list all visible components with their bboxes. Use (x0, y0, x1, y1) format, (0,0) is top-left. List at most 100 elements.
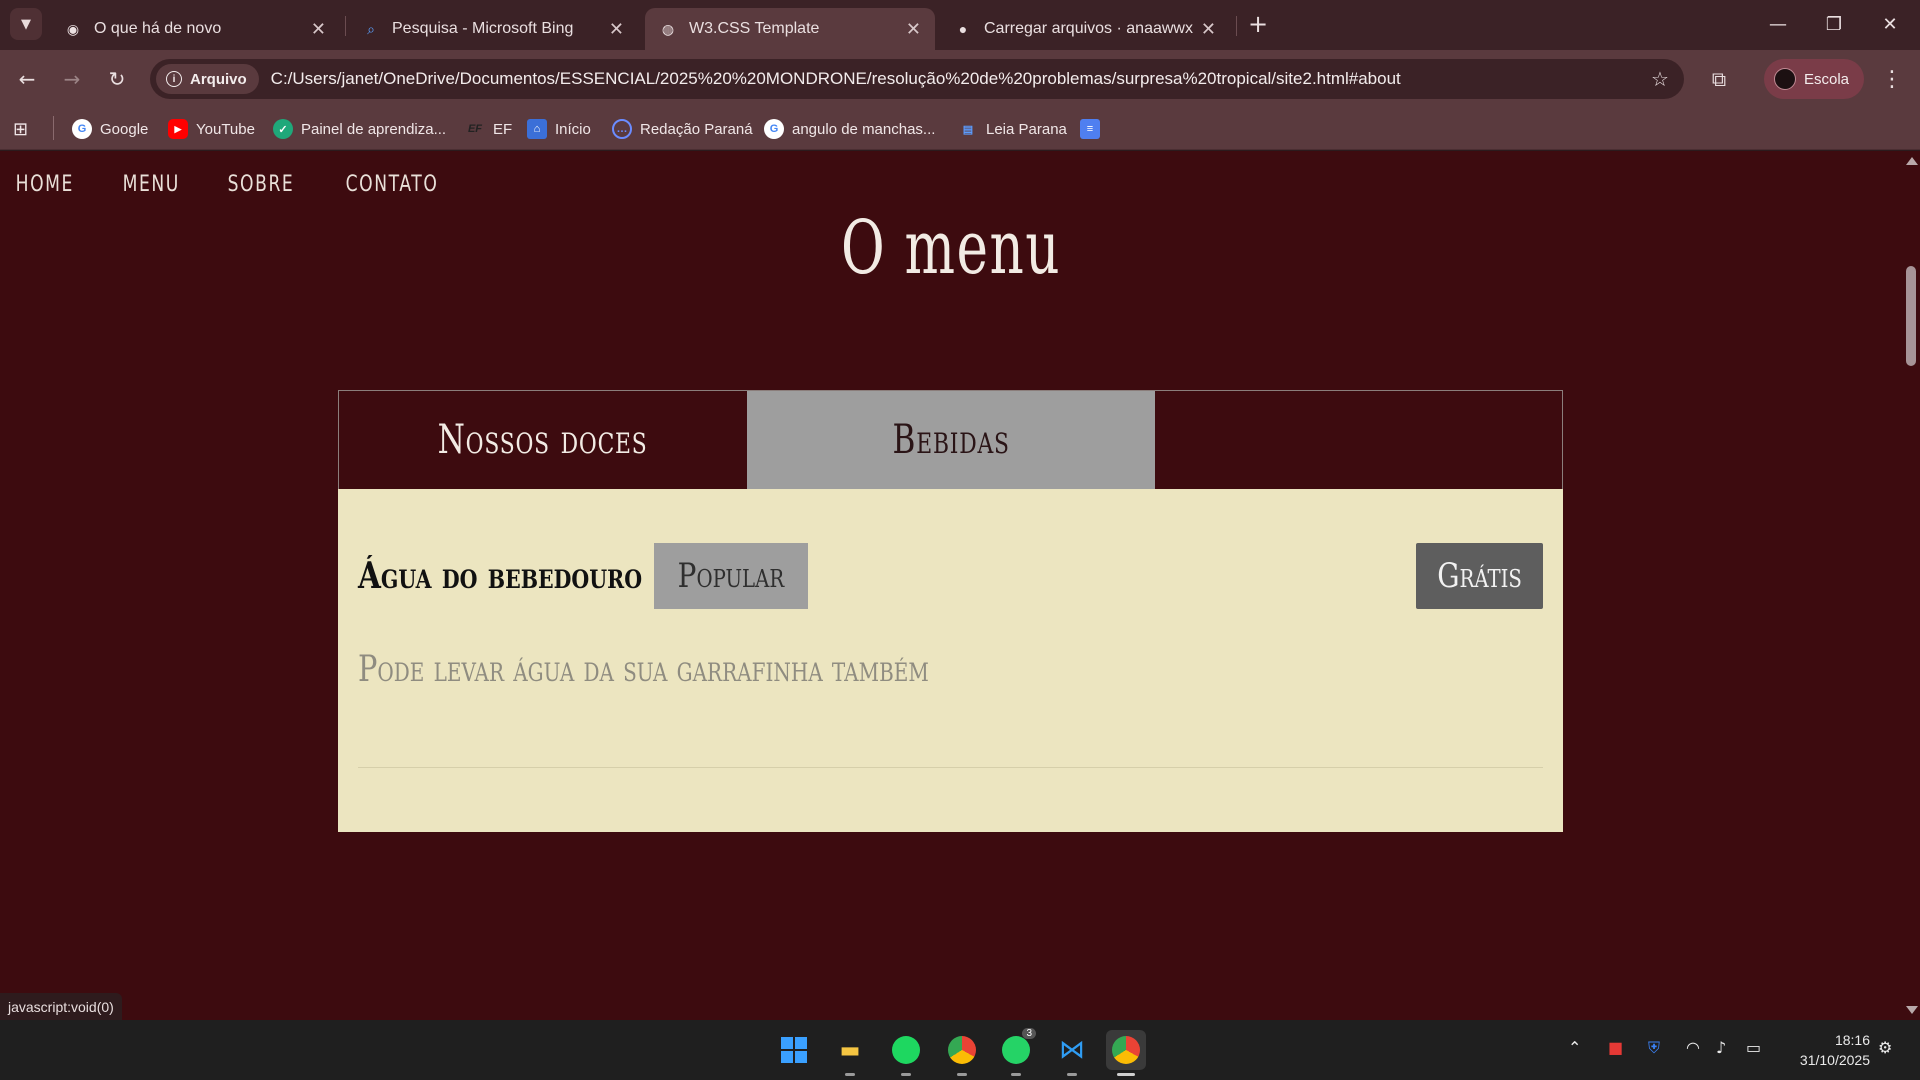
close-icon[interactable]: ✕ (609, 19, 624, 40)
tab-bebidas[interactable]: Bebidas (747, 391, 1155, 489)
google-icon: G (764, 119, 784, 139)
bookmark-inicio[interactable]: ⌂ Início (527, 116, 591, 142)
page-title: O menu (841, 205, 1061, 291)
chevron-down-icon: ▼ (21, 16, 31, 32)
spotify-button[interactable] (886, 1030, 926, 1076)
scroll-thumb[interactable] (1906, 266, 1916, 366)
browser-tab-github[interactable]: ● Carregar arquivos · anaawwx/tr ✕ (940, 8, 1230, 50)
browser-tab-w3css[interactable]: ◍ W3.CSS Template ✕ (645, 8, 935, 50)
notifications-icon[interactable]: ⚙ (1878, 1038, 1892, 1057)
back-button[interactable]: ← (11, 63, 43, 95)
clock[interactable]: 18:16 31/10/2025 (1780, 1030, 1870, 1070)
bookmark-leia-parana[interactable]: ▤ Leia Parana (958, 116, 1067, 142)
minimize-button[interactable]: — (1750, 6, 1806, 42)
nav-home[interactable]: HOME (0, 172, 90, 197)
tab-title: W3.CSS Template (689, 20, 820, 37)
popular-tag-label: Popular (678, 556, 785, 596)
bookmark-star-icon[interactable]: ☆ (1642, 67, 1678, 91)
github-icon: ● (958, 21, 968, 37)
windows-icon (781, 1037, 807, 1063)
browser-toolbar: ← → ↻ i Arquivo C:/Users/janet/OneDrive/… (0, 50, 1920, 108)
folder-icon: ▬ (839, 1037, 861, 1063)
bookmark-label: Google (100, 120, 149, 138)
vscode-button[interactable]: ⋈ (1052, 1030, 1092, 1076)
bookmark-label: Redação Paraná (640, 120, 753, 138)
bookmark-google[interactable]: G Google (72, 116, 148, 142)
bookmark-painel[interactable]: ✓ Painel de aprendiza... (273, 116, 446, 142)
volume-icon[interactable]: ♪ (1716, 1038, 1726, 1057)
site-info-chip[interactable]: i Arquivo (156, 64, 259, 94)
tab-title: Carregar arquivos · anaawwx/tr (984, 20, 1193, 37)
chrome-profile-button[interactable] (1106, 1030, 1146, 1076)
avatar (1774, 68, 1796, 90)
new-tab-button[interactable]: + (1244, 10, 1272, 38)
browser-tab-whats-new[interactable]: ◉ O que há de novo ✕ (50, 8, 340, 50)
site-info-label: Arquivo (190, 70, 247, 88)
battery-icon[interactable]: ▭ (1746, 1038, 1761, 1057)
bookmark-label: Painel de aprendiza... (301, 120, 447, 138)
bookmark-label: Leia Parana (986, 120, 1067, 138)
info-icon: i (166, 71, 182, 87)
extensions-button[interactable]: ⧉ (1703, 63, 1735, 95)
forward-button[interactable]: → (56, 63, 88, 95)
link-status-bubble: javascript:void(0) (0, 993, 122, 1020)
apps-grid-icon: ⊞ (13, 118, 29, 139)
close-icon: ✕ (1882, 13, 1898, 35)
wifi-icon[interactable]: ◠ (1686, 1038, 1700, 1057)
file-explorer-button[interactable]: ▬ (830, 1030, 870, 1076)
close-icon[interactable]: ✕ (906, 19, 921, 40)
profile-name: Escola (1804, 70, 1850, 88)
apps-button[interactable]: ⊞ (13, 116, 28, 142)
bookmark-docs[interactable]: ≡ (1080, 116, 1108, 142)
start-button[interactable] (774, 1030, 814, 1070)
tab-nossos-doces[interactable]: Nossos doces (339, 391, 747, 489)
close-window-button[interactable]: ✕ (1862, 6, 1918, 42)
shield-icon[interactable]: ⛨ (1648, 1038, 1660, 1058)
bookmark-youtube[interactable]: ▶ YouTube (168, 116, 255, 142)
chrome-taskbar-button[interactable] (942, 1030, 982, 1076)
windows-taskbar: ▬ 3 ⋈ ⌃ ■ ⛨ ◠ ♪ ▭ 18:16 31/10/2025 ⚙ (0, 1020, 1920, 1080)
chevron-up-icon[interactable]: ⌃ (1568, 1038, 1581, 1057)
restore-button[interactable]: ❐ (1806, 6, 1862, 42)
close-icon[interactable]: ✕ (1201, 19, 1216, 40)
app-tray-icon[interactable]: ■ (1608, 1038, 1623, 1057)
address-bar[interactable]: i Arquivo C:/Users/janet/OneDrive/Docume… (150, 59, 1684, 99)
bookmark-label: Início (555, 120, 591, 138)
browser-tab-bing[interactable]: ⌕ Pesquisa - Microsoft Bing ✕ (348, 8, 638, 50)
chrome-icon: ◉ (66, 20, 80, 37)
page-scrollbar[interactable] (1902, 151, 1920, 1020)
close-icon[interactable]: ✕ (311, 19, 326, 40)
more-vertical-icon: ⋮ (1881, 66, 1903, 92)
bookmark-ef[interactable]: EF EF (465, 116, 512, 142)
reload-icon: ↻ (108, 67, 126, 91)
whatsapp-icon (1002, 1036, 1030, 1064)
reload-button[interactable]: ↻ (101, 63, 133, 95)
bookmark-redacao[interactable]: … Redação Paraná (612, 116, 753, 142)
puzzle-icon: ⧉ (1711, 67, 1727, 91)
browser-menu-button[interactable]: ⋮ (1876, 63, 1908, 95)
menu-panel-bebidas: Água do bebedouro Popular Grátis Pode le… (338, 489, 1563, 832)
minimize-icon: — (1769, 13, 1787, 35)
search-icon: ⌕ (367, 20, 375, 37)
profile-button[interactable]: Escola (1764, 59, 1864, 99)
whatsapp-button[interactable]: 3 (996, 1028, 1036, 1076)
scroll-down-icon[interactable] (1906, 1006, 1918, 1014)
notification-badge: 3 (1022, 1028, 1036, 1039)
tab-search-button[interactable]: ▼ (10, 8, 42, 40)
menu-item: Água do bebedouro Popular Grátis (358, 543, 1543, 609)
web-page: HOME MENU SOBRE CONTATO O menu Nossos do… (0, 151, 1902, 1020)
menu-tabs: Nossos doces Bebidas (338, 390, 1563, 489)
bookmarks-bar: ⊞ G Google ▶ YouTube ✓ Painel de aprendi… (0, 108, 1920, 150)
scroll-up-icon[interactable] (1906, 157, 1918, 165)
nav-contato[interactable]: CONTATO (330, 172, 454, 197)
nav-menu[interactable]: MENU (107, 172, 195, 197)
bookmark-angulo[interactable]: G angulo de manchas... (764, 116, 935, 142)
bookmark-label: YouTube (196, 120, 255, 138)
chrome-icon (948, 1036, 976, 1064)
url-text[interactable]: C:/Users/janet/OneDrive/Documentos/ESSEN… (271, 69, 1642, 89)
google-icon: G (72, 119, 92, 139)
item-description: Pode levar água da sua garrafinha também (358, 649, 929, 690)
vscode-icon: ⋈ (1059, 1035, 1085, 1065)
tab-strip: ▼ ◉ O que há de novo ✕ ⌕ Pesquisa - Micr… (0, 0, 1920, 50)
nav-sobre[interactable]: SOBRE (212, 172, 310, 197)
